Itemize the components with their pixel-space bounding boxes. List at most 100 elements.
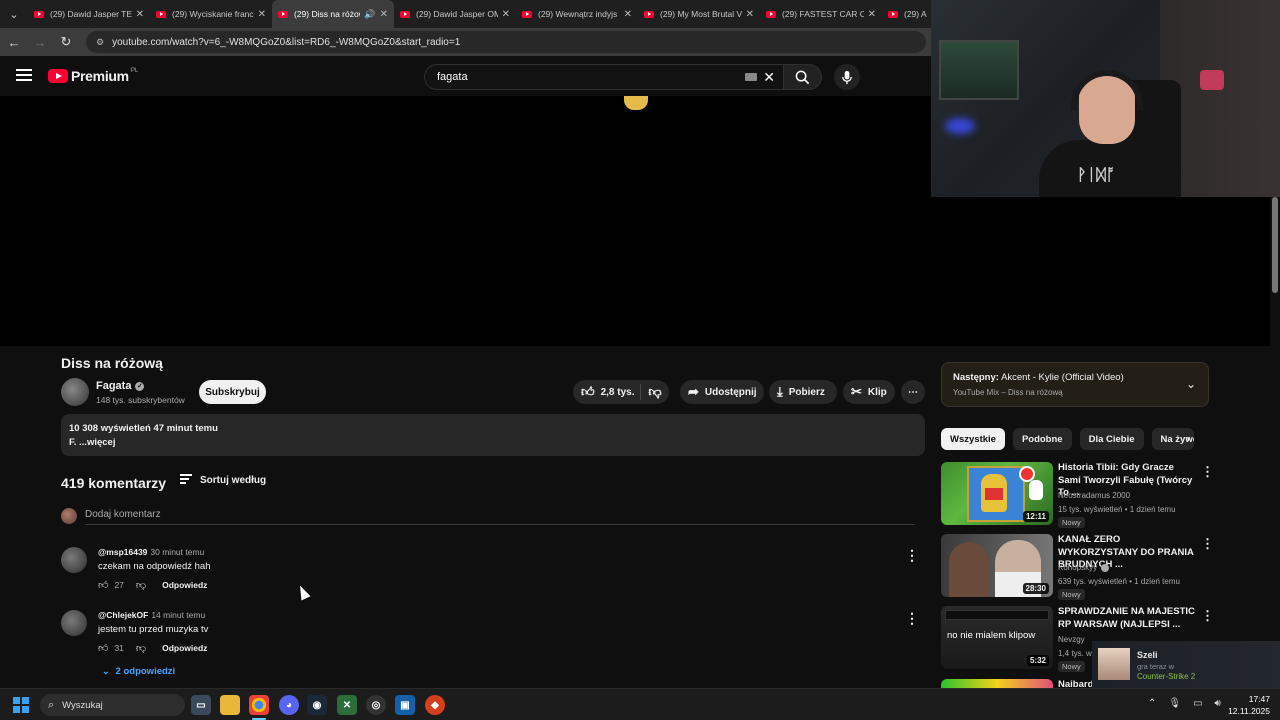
discord-icon[interactable]: ◕ — [279, 695, 299, 715]
close-tab-icon[interactable]: ✕ — [624, 9, 632, 20]
share-button[interactable]: ➦ Udostępnij — [680, 380, 764, 404]
close-tab-icon[interactable]: ✕ — [136, 9, 144, 20]
like-button[interactable]: 👍︎ 2,8 tys. — [573, 384, 641, 400]
chip-all[interactable]: Wszystkie — [941, 428, 1005, 450]
video-title: Diss na różową — [61, 355, 163, 371]
video-channel[interactable]: Konopskyy — [1058, 563, 1110, 572]
close-tab-icon[interactable]: ✕ — [868, 9, 876, 20]
browser-tab[interactable]: (29) FASTEST CAR OF ✕ — [760, 0, 882, 28]
comment-author[interactable]: @msp16439 30 minut temu — [98, 547, 204, 557]
comment-menu-icon[interactable]: ⋮ — [905, 610, 919, 627]
channel-avatar[interactable] — [61, 378, 89, 406]
video-thumbnail[interactable]: 28:30 — [941, 534, 1053, 597]
browser-tab[interactable]: (29) Dawid Jasper OM ✕ — [394, 0, 516, 28]
video-menu-icon[interactable]: ⋮ — [1201, 608, 1214, 624]
channel-name[interactable]: Fagata ✓ — [96, 380, 145, 392]
subscribe-button[interactable]: Subskrybuj — [199, 380, 266, 404]
task-view-icon[interactable]: ▭ — [191, 695, 211, 715]
friend-status: gra teraz w — [1137, 662, 1175, 671]
more-actions-button[interactable]: ⋯ — [901, 380, 925, 404]
volume-icon[interactable]: 🔊︎ — [1215, 698, 1221, 709]
browser-tab[interactable]: (29) Dawid Jasper TE ✕ — [28, 0, 150, 28]
tab-search-chevron-icon[interactable]: ⌄ — [0, 0, 28, 28]
video-menu-icon[interactable]: ⋮ — [1201, 536, 1214, 552]
video-thumbnail[interactable]: no nie mialem klipow 5:32 — [941, 606, 1053, 669]
search-input[interactable]: fagata ✕ — [424, 64, 784, 90]
taskbar-clock[interactable]: 17:47 12.11.2025 — [1226, 693, 1270, 717]
user-avatar — [61, 508, 77, 524]
recommended-video[interactable]: 12:11 Historia Tibii: Gdy Gracze Sami Tw… — [941, 462, 1214, 528]
comment-like-count: 27 — [114, 580, 124, 590]
video-title[interactable]: SPRAWDZANIE NA MAJESTIC RP WARSAW (NAJLE… — [1058, 606, 1198, 631]
video-thumbnail[interactable] — [941, 679, 1053, 688]
forward-arrow-icon[interactable]: → — [28, 30, 52, 54]
comment-like-icon[interactable]: 👍︎ — [98, 579, 108, 591]
system-tray: ⌃ 🎙︎ ▭ 🔊︎ — [1148, 698, 1233, 709]
comment-avatar[interactable] — [61, 610, 87, 636]
obs-icon[interactable]: ◎ — [366, 695, 386, 715]
download-icon: ⤓ — [777, 384, 783, 399]
clear-search-icon[interactable]: ✕ — [763, 69, 775, 86]
excel-icon[interactable]: ✕ — [337, 695, 357, 715]
video-channel[interactable]: Nevzgy — [1058, 635, 1085, 644]
comment-like-icon[interactable]: 👍︎ — [98, 642, 108, 654]
reply-button[interactable]: Odpowiedz — [162, 643, 207, 653]
chip-related[interactable]: Podobne — [1012, 428, 1072, 450]
comment-dislike-icon[interactable]: 👎︎ — [136, 579, 146, 591]
app-icon[interactable]: ▣ — [395, 695, 415, 715]
close-tab-icon[interactable]: ✕ — [502, 9, 510, 20]
scrollbar-thumb[interactable] — [1272, 197, 1278, 293]
recommended-video[interactable]: 28:30 KANAŁ ZERO WYKORZYSTANY DO PRANIA … — [941, 534, 1214, 600]
back-arrow-icon[interactable]: ← — [2, 30, 26, 54]
browser-tab-active[interactable]: (29) Diss na różow 🔊 ✕ — [272, 0, 394, 28]
chevron-down-icon[interactable]: ⌄ — [1186, 377, 1196, 391]
video-channel[interactable]: Neostradamus 2000 — [1058, 491, 1130, 500]
download-button[interactable]: ⤓ Pobierz — [769, 380, 837, 404]
sort-comments-button[interactable]: Sortuj według — [180, 474, 266, 486]
tray-overflow-icon[interactable]: ⌃ — [1148, 698, 1156, 709]
video-thumbnail[interactable]: 12:11 — [941, 462, 1053, 525]
keyboard-icon[interactable] — [745, 73, 757, 81]
up-next-mix-panel[interactable]: Następny: Akcent - Kylie (Official Video… — [941, 362, 1209, 407]
page-scrollbar[interactable] — [1270, 197, 1280, 687]
microphone-icon[interactable]: 🎙︎ — [1168, 698, 1181, 709]
browser-tab[interactable]: (29) My Most Brutal V ✕ — [638, 0, 760, 28]
close-tab-icon[interactable]: ✕ — [258, 9, 266, 20]
reply-button[interactable]: Odpowiedz — [162, 580, 207, 590]
windows-start-icon[interactable] — [13, 697, 29, 713]
network-icon[interactable]: ▭ — [1193, 698, 1202, 709]
clip-button[interactable]: ✂ Klip — [843, 380, 895, 404]
taskbar-search[interactable]: ⌕ Wyszukaj — [40, 694, 185, 716]
reload-icon[interactable]: ↻ — [54, 30, 78, 54]
chevron-right-icon[interactable]: › — [1186, 432, 1190, 446]
hand-pointer-icon — [1029, 480, 1043, 500]
speaker-icon[interactable]: 🔊 — [364, 9, 375, 20]
show-replies-button[interactable]: ⌄ 2 odpowiedzi — [102, 666, 175, 677]
close-tab-icon[interactable]: ✕ — [746, 9, 754, 20]
comment-dislike-icon[interactable]: 👎︎ — [136, 642, 146, 654]
video-menu-icon[interactable]: ⋮ — [1201, 464, 1214, 480]
description-text[interactable]: F. ...więcej — [69, 437, 917, 448]
browser-tab[interactable]: (29) Wyciskanie franc ✕ — [150, 0, 272, 28]
comment-menu-icon[interactable]: ⋮ — [905, 547, 919, 564]
search-button[interactable] — [784, 64, 822, 90]
chrome-icon[interactable] — [249, 695, 269, 715]
friend-activity-notification[interactable]: Szeli gra teraz w Counter-Strike 2 — [1092, 641, 1280, 688]
site-info-icon[interactable]: ⚙ — [96, 37, 104, 48]
description-box[interactable]: 10 308 wyświetleń 47 minut temu F. ...wi… — [61, 414, 925, 456]
url-field[interactable]: ⚙ youtube.com/watch?v=6_-W8MQGoZ0&list=R… — [86, 31, 926, 53]
chip-for-you[interactable]: Dla Ciebie — [1079, 428, 1144, 450]
hamburger-menu-icon[interactable] — [16, 69, 32, 81]
youtube-premium-logo[interactable]: Premium PL — [48, 68, 138, 84]
add-comment-input[interactable]: Dodaj komentarz — [85, 509, 161, 520]
game-launcher-icon[interactable]: ◆ — [425, 695, 445, 715]
dislike-button[interactable]: 👎︎ — [641, 384, 669, 400]
steam-icon[interactable]: ◉ — [307, 695, 327, 715]
close-tab-icon[interactable]: ✕ — [380, 9, 388, 20]
browser-tab[interactable]: (29) Wewnątrz indyjs ✕ — [516, 0, 638, 28]
comment-author[interactable]: @ChlejekOF 14 minut temu — [98, 610, 205, 620]
comment-avatar[interactable] — [61, 547, 87, 573]
voice-search-button[interactable] — [834, 64, 860, 90]
file-explorer-icon[interactable] — [220, 695, 240, 715]
like-dislike-group: 👍︎ 2,8 tys. 👎︎ — [573, 380, 669, 404]
